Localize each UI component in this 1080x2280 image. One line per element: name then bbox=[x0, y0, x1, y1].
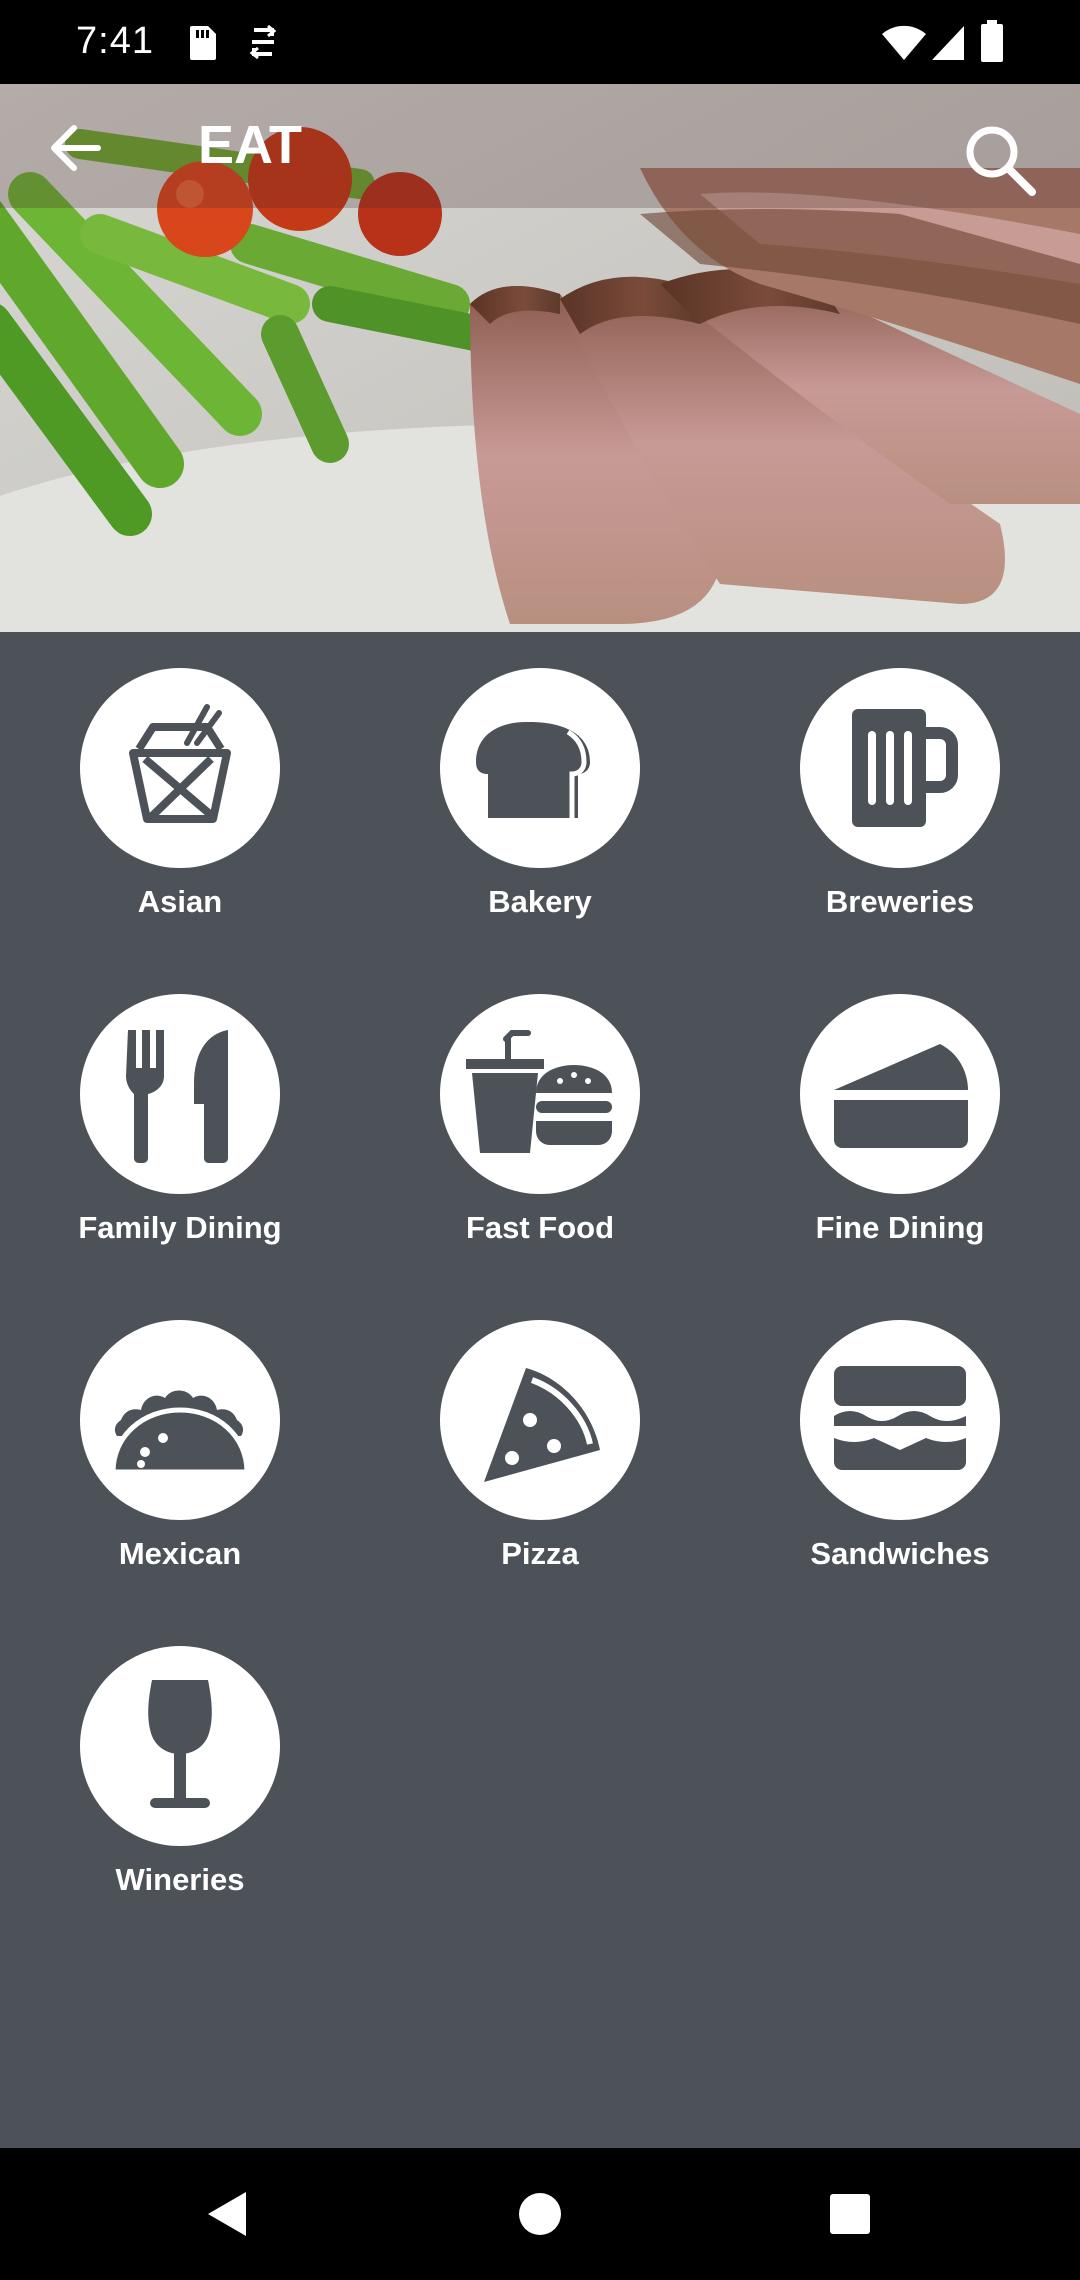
category-breweries[interactable]: Breweries bbox=[750, 632, 1050, 922]
category-icon-circle bbox=[800, 994, 1000, 1194]
category-label: Mexican bbox=[118, 1536, 242, 1571]
category-fast-food[interactable]: Fast Food bbox=[390, 958, 690, 1248]
category-label: Breweries bbox=[825, 884, 975, 919]
category-icon-circle bbox=[440, 1320, 640, 1520]
app-bar: EAT bbox=[0, 84, 1080, 208]
category-mexican[interactable]: Mexican bbox=[30, 1284, 330, 1574]
category-fine-dining[interactable]: Fine Dining bbox=[750, 958, 1050, 1248]
category-icon-circle bbox=[800, 1320, 1000, 1520]
sandwich-icon bbox=[834, 1366, 966, 1470]
category-label: Fine Dining bbox=[815, 1210, 985, 1245]
signal-icon bbox=[932, 26, 964, 60]
category-icon-circle bbox=[440, 994, 640, 1194]
category-pizza[interactable]: Pizza bbox=[390, 1284, 690, 1574]
category-family-dining[interactable]: Family Dining bbox=[30, 958, 330, 1248]
takeout-box-icon bbox=[129, 704, 231, 823]
battery-icon bbox=[981, 20, 1003, 62]
category-label: Pizza bbox=[501, 1536, 579, 1571]
category-icon-circle bbox=[80, 668, 280, 868]
category-icon-circle bbox=[80, 994, 280, 1194]
search-icon[interactable] bbox=[960, 120, 1040, 200]
category-label: Family Dining bbox=[78, 1210, 282, 1245]
status-time: 7:41 bbox=[76, 20, 154, 62]
bread-icon bbox=[476, 722, 590, 818]
wifi-icon bbox=[882, 25, 926, 60]
burger-drink-icon bbox=[466, 1030, 612, 1153]
pizza-slice-icon bbox=[484, 1368, 600, 1482]
page-title: EAT bbox=[198, 115, 302, 175]
nav-recents-icon[interactable] bbox=[820, 2184, 880, 2244]
taco-icon bbox=[110, 1390, 250, 1475]
category-label: Sandwiches bbox=[810, 1536, 990, 1571]
status-bar: 7:41 bbox=[0, 0, 1080, 84]
category-asian[interactable]: Asian bbox=[30, 632, 330, 922]
category-icon-circle bbox=[440, 668, 640, 868]
category-icon-circle bbox=[800, 668, 1000, 868]
category-sandwiches[interactable]: Sandwiches bbox=[750, 1284, 1050, 1574]
beer-mug-icon bbox=[852, 709, 958, 827]
category-icon-circle bbox=[80, 1320, 280, 1520]
category-label: Fast Food bbox=[465, 1210, 615, 1245]
back-arrow-icon[interactable] bbox=[40, 112, 112, 184]
category-wineries[interactable]: Wineries bbox=[30, 1610, 330, 1900]
category-label: Asian bbox=[137, 884, 223, 919]
category-label: Bakery bbox=[488, 884, 592, 919]
cake-slice-icon bbox=[834, 1044, 968, 1148]
nav-home-icon[interactable] bbox=[510, 2184, 570, 2244]
wine-glass-icon bbox=[148, 1680, 212, 1808]
fork-knife-icon bbox=[126, 1030, 228, 1163]
category-bakery[interactable]: Bakery bbox=[390, 632, 690, 922]
nav-back-icon[interactable] bbox=[198, 2184, 258, 2244]
category-icon-circle bbox=[80, 1646, 280, 1846]
category-label: Wineries bbox=[115, 1862, 245, 1897]
sync-icon bbox=[249, 24, 277, 60]
navigation-bar bbox=[0, 2148, 1080, 2280]
sd-card-icon bbox=[190, 26, 216, 60]
